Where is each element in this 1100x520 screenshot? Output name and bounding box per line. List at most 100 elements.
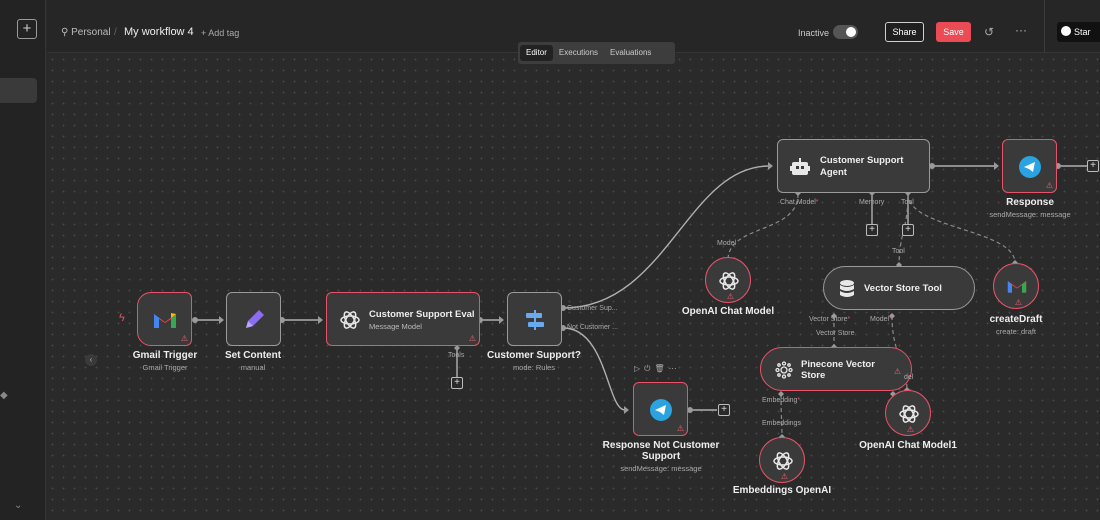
active-toggle[interactable]	[833, 25, 858, 39]
port-label-embedding: Embedding*	[762, 397, 801, 404]
add-tool-button[interactable]: +	[451, 377, 463, 389]
node-create-draft[interactable]: ⚠	[993, 263, 1039, 309]
add-next-node-button[interactable]: +	[1087, 160, 1099, 172]
pencil-icon	[246, 310, 264, 328]
node-subtitle: sendMessage: message	[989, 210, 1071, 219]
node-embeddings-openai[interactable]: ⚠	[759, 437, 805, 483]
openai-icon	[899, 405, 919, 423]
node-hover-toolbar[interactable]: ▷⏻🗑⋯	[634, 364, 681, 374]
more-options-icon[interactable]: ···	[1015, 23, 1027, 37]
warning-icon: ⚠	[676, 424, 684, 433]
node-customer-support-switch[interactable]	[507, 292, 562, 346]
github-star-button[interactable]: Star	[1057, 22, 1100, 42]
workflow-canvas[interactable]: ‹ ϟ ⚠ Gmail Trigger Gmail Trigger Set Co…	[47, 54, 1100, 520]
node-openai-chat-model1[interactable]: ⚠	[885, 390, 931, 436]
arrow-in-response	[994, 162, 999, 170]
node-label: Response	[1006, 197, 1054, 208]
arrow-in-response-not	[624, 406, 629, 414]
warning-icon: ⚠	[180, 334, 188, 343]
output-label-2: Not Customer ...	[567, 324, 618, 331]
warning-icon: ⚠	[1014, 298, 1022, 307]
node-response-not-customer-support[interactable]: ⚠	[633, 382, 688, 436]
left-sidebar: + ◆ ⌄	[0, 0, 46, 520]
warning-icon: ⚠	[468, 334, 476, 343]
node-pinecone-vector-store[interactable]: Pinecone Vector Store ⚠	[760, 347, 912, 391]
port-label-model: Model	[717, 240, 737, 247]
arrow-in-set	[219, 316, 224, 324]
port-label-chat-model: Chat Model*	[780, 199, 819, 206]
openai-icon	[719, 272, 739, 290]
gmail-icon	[1007, 281, 1027, 293]
node-subtitle: mode: Rules	[512, 363, 556, 372]
status-label: Inactive	[798, 28, 830, 38]
port-label-tool: Tool	[901, 199, 914, 206]
node-label: Response Not Customer	[602, 440, 720, 451]
breadcrumb-separator: /	[114, 27, 117, 38]
port-label-model-partial: del	[904, 374, 914, 381]
telegram-icon	[650, 399, 672, 421]
save-button[interactable]: Save	[936, 22, 971, 42]
node-label: createDraft	[989, 314, 1043, 325]
node-subtitle: Gmail Trigger	[142, 363, 188, 372]
warning-icon: ⚠	[893, 367, 901, 376]
header-divider	[1044, 0, 1045, 53]
node-vector-store-tool[interactable]: Vector Store Tool	[823, 266, 975, 310]
openai-icon	[773, 452, 793, 470]
github-icon	[1061, 26, 1071, 36]
node-response[interactable]: ⚠	[1002, 139, 1057, 193]
warning-icon: ⚠	[1045, 181, 1053, 190]
port-out-gmail	[192, 317, 198, 323]
telegram-icon	[1019, 156, 1041, 178]
add-tag-button[interactable]: + Add tag	[201, 28, 239, 38]
pinecone-icon	[775, 361, 793, 379]
node-label: Vector Store Tool	[864, 283, 942, 294]
chevron-down-icon[interactable]: ⌄	[14, 500, 22, 511]
add-memory-button[interactable]: +	[866, 224, 878, 236]
tab-editor[interactable]: Editor	[520, 45, 553, 61]
collapse-sidebar-icon[interactable]: ‹	[85, 354, 97, 366]
node-label: Customer Support Eval	[369, 309, 475, 320]
port-label-embeddings: Embeddings	[762, 420, 801, 427]
port-vector-store-text: Vector Store	[809, 316, 848, 323]
workflow-title[interactable]: My workflow 4	[124, 26, 194, 38]
openai-icon	[340, 311, 360, 329]
tab-executions[interactable]: Executions	[553, 45, 604, 61]
share-button[interactable]: Share	[885, 22, 924, 42]
port-embedding-text: Embedding	[762, 397, 798, 404]
node-label: Customer Support	[820, 155, 904, 166]
node-gmail-trigger[interactable]: ⚠	[137, 292, 192, 346]
tab-evaluations[interactable]: Evaluations	[604, 45, 657, 61]
history-icon[interactable]: ↺	[984, 25, 994, 39]
node-set-content[interactable]	[226, 292, 281, 346]
warning-icon: ⚠	[780, 472, 788, 481]
node-label: OpenAI Chat Model	[681, 306, 775, 317]
node-subtitle: manual	[240, 363, 266, 372]
node-subtitle: create: draft	[995, 327, 1037, 336]
port-label-vector-store-in: Vector Store	[816, 330, 855, 337]
arrow-in-switch	[499, 316, 504, 324]
sidebar-selected-item[interactable]	[0, 78, 37, 103]
trigger-bolt-icon: ϟ	[119, 312, 125, 324]
gmail-icon	[154, 313, 176, 328]
robot-icon	[790, 158, 810, 175]
node-customer-support-eval[interactable]: Customer Support Eval Message Model ⚠	[326, 292, 480, 346]
database-icon	[840, 280, 854, 297]
switch-icon	[526, 310, 544, 330]
node-label-line2: Agent	[820, 167, 847, 178]
breadcrumb-project[interactable]: ⚲ Personal	[61, 27, 111, 38]
add-next-node-button[interactable]: +	[718, 404, 730, 416]
node-openai-chat-model[interactable]: ⚠	[705, 257, 751, 303]
port-label-model: Model*	[870, 316, 892, 323]
node-label: Set Content	[224, 350, 282, 361]
port-label-tool: Tool	[892, 248, 905, 255]
port-label-memory: Memory	[859, 199, 885, 206]
node-label: OpenAI Chat Model1	[859, 440, 957, 451]
node-label: Customer Support?	[487, 350, 581, 361]
arrow-in-agent	[768, 162, 773, 170]
warning-icon: ⚠	[726, 292, 734, 301]
add-tool-button[interactable]: +	[902, 224, 914, 236]
add-workflow-button[interactable]: +	[17, 19, 37, 39]
node-label: Gmail Trigger	[132, 350, 198, 361]
node-label-line2: Store	[801, 370, 826, 381]
node-customer-support-agent[interactable]: Customer Support Agent	[777, 139, 930, 193]
